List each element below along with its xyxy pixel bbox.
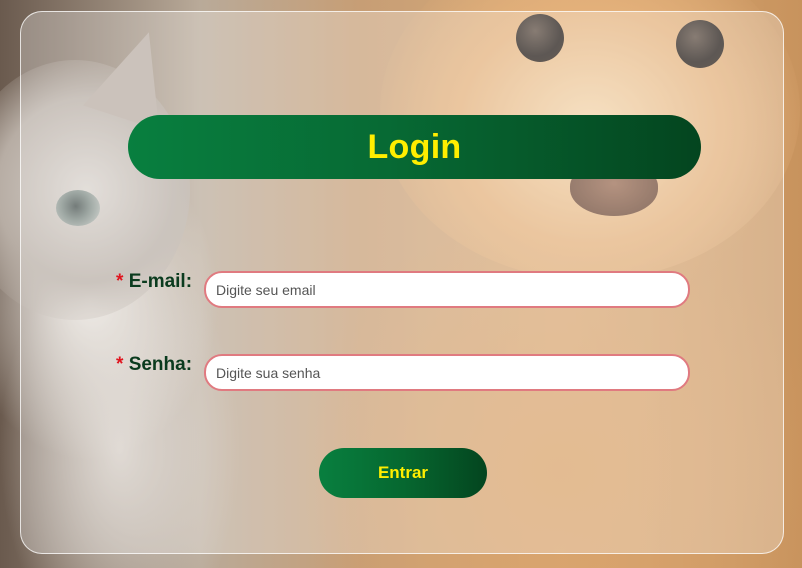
- email-field[interactable]: [204, 271, 690, 308]
- email-label-text: E-mail:: [128, 271, 193, 292]
- login-button[interactable]: Entrar: [319, 448, 487, 498]
- password-field[interactable]: [204, 354, 690, 391]
- login-header: Login: [128, 115, 701, 179]
- password-label-text: Senha:: [128, 354, 193, 375]
- required-marker: *: [116, 271, 124, 292]
- email-label: * E-mail:: [116, 271, 192, 293]
- page-title: Login: [367, 127, 462, 166]
- required-marker: *: [116, 354, 124, 375]
- password-label: * Senha:: [116, 354, 192, 376]
